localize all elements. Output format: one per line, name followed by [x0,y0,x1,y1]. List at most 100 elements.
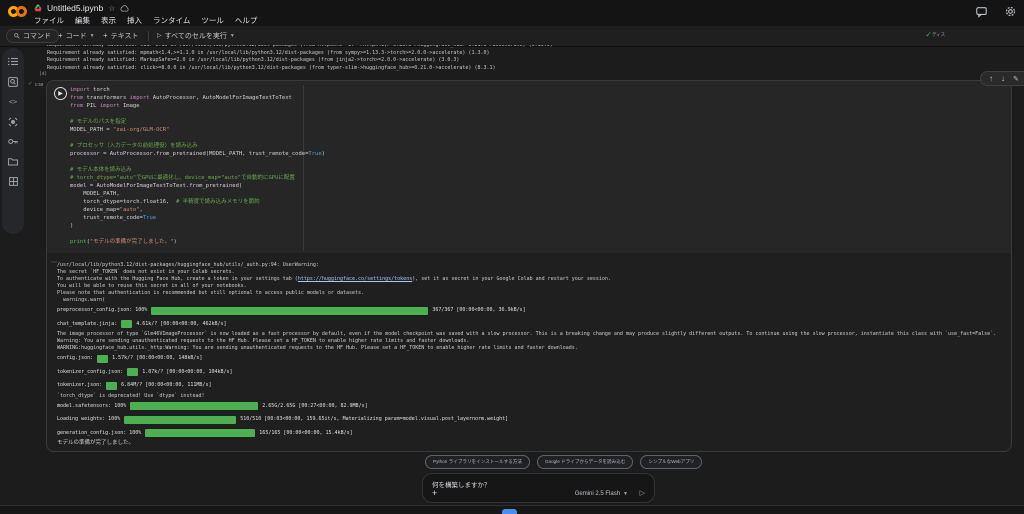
suggestion-chip[interactable]: Google ドライブからデータを読み込む [537,455,633,469]
output-text-line: Requirement already satisfied: mpmath<1.… [47,50,1012,58]
files-folder-icon[interactable] [8,156,19,167]
progress-row: Loading weights:100% 510/510 [00:03<00:00… [57,413,1009,427]
chat-input-placeholder[interactable]: 何を構築しますか？ [432,479,491,489]
output-text-line: You will be able to reuse this secret in… [57,283,1009,290]
code-line: from PIL import Image [70,102,970,110]
progress-label: model.safetensors: [57,400,111,414]
progress-percent: 100% [114,400,126,414]
output-text-line: warnings.warn( [57,297,1009,304]
code-line: # モデル本体を読み込み [70,166,970,174]
progress-percent: 100% [108,413,120,427]
progress-label: Loading weights: [57,413,105,427]
suggestion-chip[interactable]: Python ライブラリをインストールする方法 [425,455,530,469]
code-line [70,230,970,238]
code-line: ) [70,222,970,230]
colab-logo-icon[interactable] [8,4,32,20]
progress-label: chat_template.jinja: [57,318,117,332]
command-palette-button[interactable]: コマンド [6,29,59,43]
disk-indicator[interactable]: ディス [932,32,946,38]
play-icon: ▶ [58,90,63,97]
add-text-button[interactable]: + テキスト [103,29,138,42]
progress-row: tokenizer.json:6.84M/? [00:00<00:00, 111… [57,379,1009,393]
notebook-toolbar: コマンド + コード ▼ + テキスト ▷ すべてのセルを実行 ▼ ✓ ディス [0,26,1024,47]
progress-stats: 165/165 [00:00<00:00, 15.4kB/s] [259,427,352,441]
run-icon: ▷ [157,32,162,39]
menu-item-表示[interactable]: 表示 [101,15,116,26]
progress-bar [145,429,255,437]
progress-bar [130,402,258,410]
output-text-line: The secret `HF_TOKEN` does not exist in … [57,269,1009,276]
code-line: print("モデルの準備が完了しました。") [70,238,970,246]
menu-item-ファイル[interactable]: ファイル [34,15,64,26]
run-all-button[interactable]: ▷ すべてのセルを実行 ▼ [157,29,235,42]
code-line: # プロセッサ（入力データの前処理役）を読み込み [70,142,970,150]
menu-item-挿入[interactable]: 挿入 [127,15,142,26]
suggestion-chip[interactable]: シンプルなWebアプリ [640,455,702,469]
progress-label: generation_config.json: [57,427,126,441]
star-icon[interactable]: ☆ [108,4,115,13]
runtime-connected-check-icon: ✓ [925,30,932,39]
run-cell-button[interactable]: ▶ [54,87,67,100]
progress-percent: 100% [129,427,141,441]
attach-plus-button[interactable]: + [432,489,437,498]
output-text-line: Requirement already satisfied: click>=8.… [47,65,1012,73]
menu-item-ツール[interactable]: ツール [201,15,224,26]
cloud-save-icon [120,5,129,12]
code-editor[interactable]: import torchfrom transformers import Aut… [70,86,970,246]
output-text-line: Requirement already satisfied: MarkupSaf… [47,57,1012,65]
model-selector[interactable]: Gemini 2.5 Flash ▼ [575,491,628,497]
execution-count: [4] [39,72,47,77]
progress-label: config.json: [57,352,93,366]
toolbar-divider [148,31,149,41]
code-line: # モデルのパスを指定 [70,118,970,126]
menu-item-ランタイム[interactable]: ランタイム [153,15,190,26]
progress-bar [121,320,132,328]
code-line: MODEL_PATH, [70,190,970,198]
settings-tokens-link[interactable]: https://huggingface.co/settings/tokens [298,276,412,282]
output-text-line: WARNING:huggingface_hub.utils._http:Warn… [57,345,1009,352]
code-line: trust_remote_code=True [70,214,970,222]
chevron-down-icon[interactable]: ▼ [90,33,95,39]
progress-row: tokenizer_config.json:1.07k/? [00:00<00:… [57,366,1009,380]
output-text-line: The image processor of type `Glm46VImage… [57,331,1009,338]
cell-output: /usr/local/lib/python3.12/dist-packages/… [57,262,1009,449]
menu-item-ヘルプ[interactable]: ヘルプ [235,15,258,26]
execution-time-label: 1:58 [35,82,44,87]
cell-toolbar: ↑ ↓ ✎ [980,71,1024,86]
menu-bar: ファイル編集表示挿入ランタイムツールヘルプ [34,15,257,26]
settings-gear-icon[interactable] [1005,6,1016,17]
progress-stats: 510/510 [00:03<00:00, 159.65it/s, Materi… [240,413,508,427]
output-text-line: To authenticate with the Hugging Face Hu… [57,276,1009,283]
progress-row: generation_config.json:100% 165/165 [00:0… [57,427,1009,441]
cell-success-check-icon: ✓ [28,81,33,87]
output-text-line: /usr/local/lib/python3.12/dist-packages/… [57,262,1009,269]
output-text-line: モデルの準備が完了しました。 [57,440,1009,448]
menu-item-編集[interactable]: 編集 [75,15,90,26]
progress-row: preprocessor_config.json:100%367/367 [00… [57,304,1009,318]
plus-icon: + [103,31,108,40]
chevron-down-icon[interactable]: ▼ [230,33,235,39]
add-code-button[interactable]: + コード ▼ [58,29,95,42]
send-button[interactable]: ▷ [640,489,645,497]
move-cell-down-icon[interactable]: ↓ [1001,74,1005,83]
previous-cell-output: Requirement already satisfied: h11>=0.16… [47,45,1012,78]
comment-icon[interactable] [976,7,987,17]
progress-bar [97,355,108,363]
edit-icon[interactable]: ✎ [1013,75,1019,83]
code-snippets-icon[interactable]: <> [8,96,19,107]
table-of-contents-icon[interactable] [8,56,19,67]
notebook-title[interactable]: Untitled5.ipynb [47,3,103,13]
progress-row: model.safetensors:100%2.65G/2.65G [00:27… [57,400,1009,414]
execution-time: ✓ 1:58 [28,81,43,87]
code-line [70,110,970,118]
gemini-spark-icon[interactable] [8,116,19,127]
gemini-chat-box[interactable]: 何を構築しますか？ + Gemini 2.5 Flash ▼ ▷ [422,473,655,503]
code-cell: ▶ import torchfrom transformers import A… [46,80,1012,452]
progress-row: config.json:1.57k/? [00:00<00:00, 148kB/… [57,352,1009,366]
move-cell-up-icon[interactable]: ↑ [989,74,993,83]
secrets-key-icon[interactable] [8,136,19,147]
bottom-accent-pill[interactable] [502,509,517,514]
progress-bar [151,307,428,315]
find-and-replace-icon[interactable] [8,76,19,87]
extensions-grid-icon[interactable] [8,176,19,187]
